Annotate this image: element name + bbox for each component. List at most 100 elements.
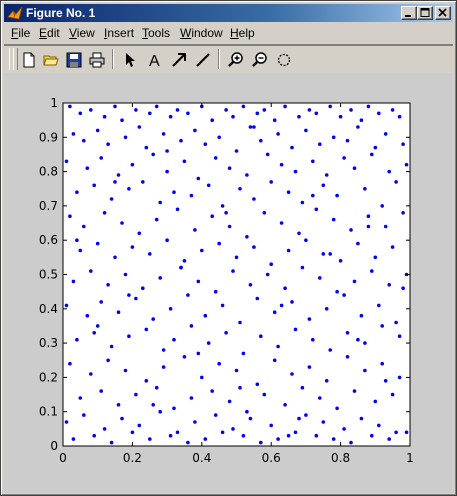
scatter-point [380,361,385,366]
title-bar[interactable]: Figure No. 1 [4,4,453,22]
scatter-point [383,379,388,383]
scatter-point [370,269,374,273]
scatter-plot[interactable]: 0 0.2 0.4 0.6 0.8 1 0 0.1 0.2 0.3 0.4 0.5 0.6 0.7 0.8 0… [4,73,453,493]
scatter-point [356,337,360,342]
x-tick-label: 0 [59,451,67,465]
scatter-point [189,396,194,400]
scatter-point [394,320,398,325]
scatter-point [113,180,117,184]
y-tick-label: 0.2 [39,370,58,384]
scatter-point [349,108,353,112]
scatter-point [82,413,86,417]
scatter-point [401,211,405,215]
scatter-point [370,152,374,157]
x-tick-label: 0.4 [192,451,211,465]
save-icon [66,52,82,68]
scatter-point [311,337,315,342]
menu-help[interactable]: Help [230,26,255,40]
scatter-point [179,138,183,143]
scatter-point [394,180,398,184]
menu-edit[interactable]: Edit [39,26,60,40]
menu-view[interactable]: View [69,26,95,40]
minimize-button[interactable] [401,6,417,20]
rotate-3d-button[interactable] [273,49,295,71]
scatter-point [217,241,221,246]
scatter-point [324,307,329,311]
insert-line-icon [196,53,210,67]
scatter-point [328,104,333,109]
scatter-point [241,104,246,109]
zoom-out-button[interactable] [249,49,271,71]
scatter-point [300,265,305,270]
scatter-point [286,433,291,438]
menu-tools[interactable]: Tools [142,26,170,40]
scatter-point [279,303,284,308]
scatter-point [363,187,367,191]
y-tick-label: 0.1 [39,405,58,419]
scatter-point [338,259,343,263]
scatter-point [290,300,294,304]
scatter-point [363,341,367,345]
scatter-point [109,197,114,201]
y-tick-label: 0.8 [39,165,58,179]
scatter-point [283,286,287,290]
scatter-point [68,214,72,218]
edit-plot-button[interactable] [119,49,141,71]
scatter-point [314,207,319,212]
scatter-point [401,142,405,146]
scatter-point [154,217,159,222]
menu-file[interactable]: File [11,26,30,40]
scatter-point [92,433,96,438]
scatter-point [120,118,124,122]
print-button[interactable] [86,49,108,71]
maximize-button[interactable] [417,6,433,20]
scatter-point [318,276,322,280]
scatter-point [134,296,138,301]
insert-text-icon: A [149,53,160,68]
scatter-point [193,128,197,133]
zoom-in-button[interactable] [225,49,247,71]
scatter-point [206,183,211,188]
scatter-point [314,433,319,438]
figure-canvas[interactable]: 0 0.2 0.4 0.6 0.8 1 0 0.1 0.2 0.3 0.4 0.5 0.6 0.7 0.8 0… [4,73,453,493]
menu-window[interactable]: Window [180,26,223,40]
insert-line-button[interactable] [192,49,214,71]
scatter-point [390,245,395,249]
toolbar-separator [218,49,220,69]
scatter-point [224,331,228,335]
scatter-point [366,104,371,109]
scatter-point [259,138,263,143]
edit-arrow-icon [126,53,135,67]
insert-arrow-button[interactable] [168,49,190,71]
scatter-point [272,118,277,122]
figure-toolbar: A [4,44,453,74]
scatter-point [217,135,221,140]
scatter-point [186,440,190,445]
y-tick-label: 0.3 [39,336,58,350]
toolbar-separator [112,49,114,69]
scatter-point [210,118,214,122]
scatter-point [307,365,312,369]
scatter-point [123,272,128,277]
save-button[interactable] [63,49,85,71]
x-tick-label: 0.2 [123,451,142,465]
new-figure-button[interactable] [18,49,40,71]
scatter-point [352,389,357,393]
scatter-point [106,358,110,363]
insert-text-button[interactable]: A [144,49,166,71]
scatter-point [387,283,392,287]
scatter-point [304,238,308,242]
scatter-point [137,423,142,428]
scatter-point [252,125,256,129]
scatter-point [252,245,256,249]
scatter-point [130,245,135,249]
menu-insert[interactable]: Insert [104,26,134,40]
scatter-point [276,437,280,441]
scatter-point [331,437,336,441]
close-button[interactable] [435,6,451,20]
maximize-icon [420,8,430,17]
scatter-point [165,169,169,174]
open-file-button[interactable] [40,49,62,71]
scatter-point [380,324,385,328]
scatter-point [137,231,142,236]
